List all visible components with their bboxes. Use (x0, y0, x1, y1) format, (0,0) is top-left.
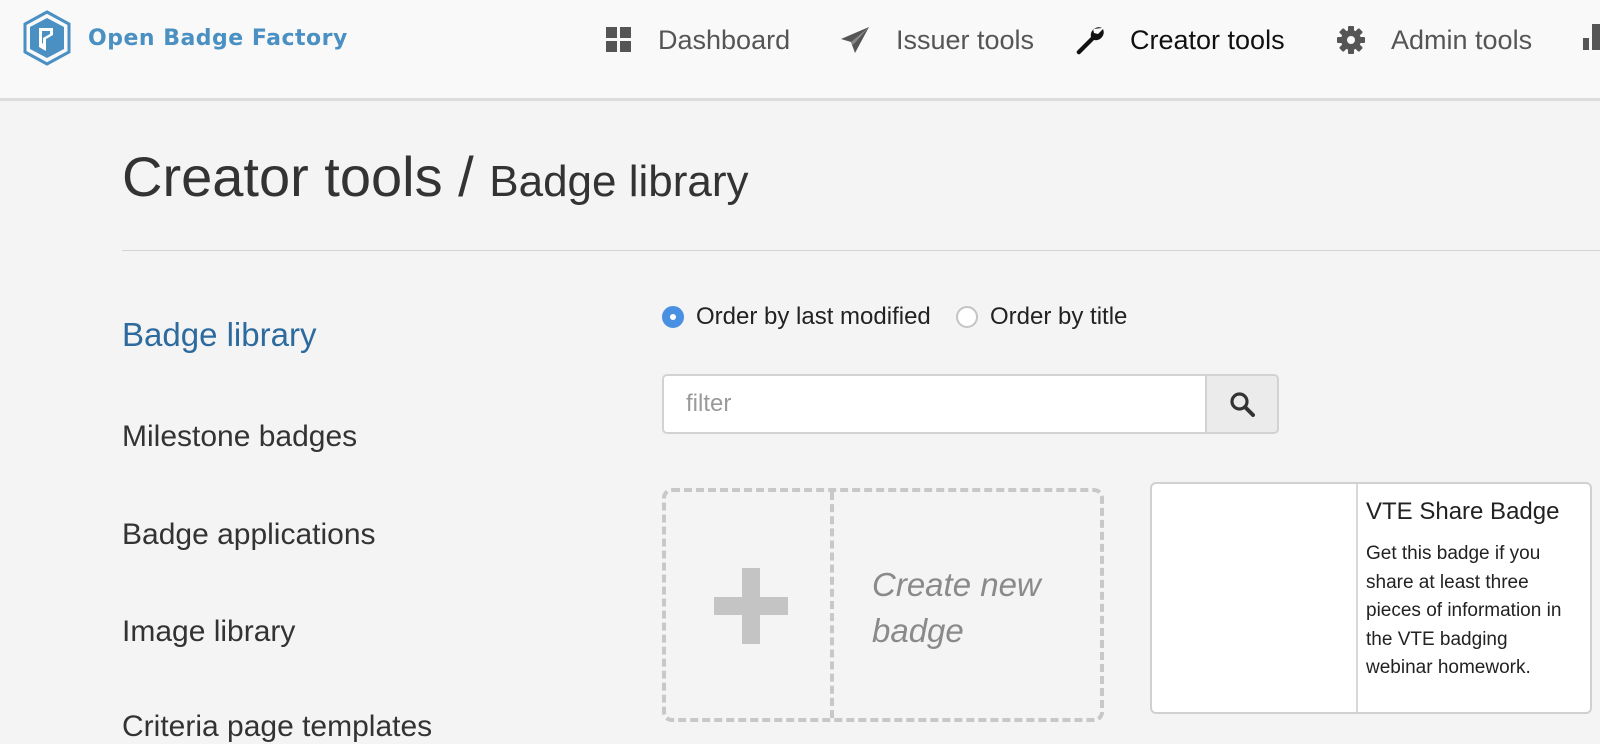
nav-dashboard-label: Dashboard (658, 24, 791, 55)
brand-name: Open Badge Factory (88, 25, 348, 51)
order-by-last-modified-radio[interactable] (662, 306, 684, 328)
sidebar-item-milestone-badges[interactable]: Milestone badges (122, 420, 357, 454)
nav-creator-tools[interactable]: Creator tools (1074, 20, 1285, 60)
nav-creator-tools-label: Creator tools (1130, 24, 1285, 55)
page-title-separator: / (458, 145, 474, 208)
gear-icon (1337, 26, 1365, 54)
search-icon (1230, 392, 1255, 417)
page-title-main: Creator tools (122, 145, 443, 208)
nav-admin-tools[interactable]: Admin tools (1337, 20, 1532, 60)
nav-issuer-tools-label: Issuer tools (896, 24, 1035, 55)
create-card-divider (830, 492, 834, 718)
dashboard-grid-icon (606, 27, 631, 52)
nav-admin-tools-label: Admin tools (1391, 24, 1533, 55)
paper-plane-icon (841, 27, 869, 53)
title-divider (122, 250, 1600, 251)
sidebar-item-image-library[interactable]: Image library (122, 615, 295, 649)
badge-description: Get this badge if you share at least thr… (1366, 543, 1562, 678)
page-subtitle: Badge library (489, 157, 749, 206)
order-by-title-radio[interactable] (956, 306, 978, 328)
wrench-icon (1076, 27, 1104, 55)
plus-icon (714, 568, 788, 644)
nav-dashboard[interactable]: Dashboard (606, 20, 790, 60)
order-by-title-option[interactable]: Order by title (956, 300, 1127, 334)
open-badge-factory-logo-icon (23, 10, 71, 66)
brand-logo[interactable]: Open Badge Factory (22, 10, 348, 66)
sidebar-item-badge-applications[interactable]: Badge applications (122, 518, 376, 552)
badge-card[interactable]: VTE Share Badge Get this badge if you sh… (1150, 482, 1592, 714)
search-button[interactable] (1207, 374, 1279, 434)
top-navbar: Open Badge Factory Dashboard Issuer tool… (0, 0, 1600, 101)
filter-input[interactable] (662, 374, 1207, 434)
order-by-title-label: Order by title (990, 303, 1128, 330)
order-by-last-modified-option[interactable]: Order by last modified (662, 300, 931, 334)
badge-image (1152, 484, 1358, 712)
badge-title: VTE Share Badge (1366, 498, 1560, 525)
order-by-last-modified-label: Order by last modified (696, 303, 931, 330)
page-title: Creator tools / Badge library (122, 144, 749, 209)
bar-chart-icon[interactable] (1583, 24, 1600, 50)
sidebar-item-badge-library[interactable]: Badge library (122, 316, 316, 354)
sidebar-item-criteria-page-templates[interactable]: Criteria page templates (122, 710, 432, 744)
create-new-badge-card[interactable]: Create new badge (662, 488, 1104, 722)
create-new-badge-label: Create new badge (872, 566, 1041, 649)
nav-issuer-tools[interactable]: Issuer tools (840, 20, 1034, 60)
